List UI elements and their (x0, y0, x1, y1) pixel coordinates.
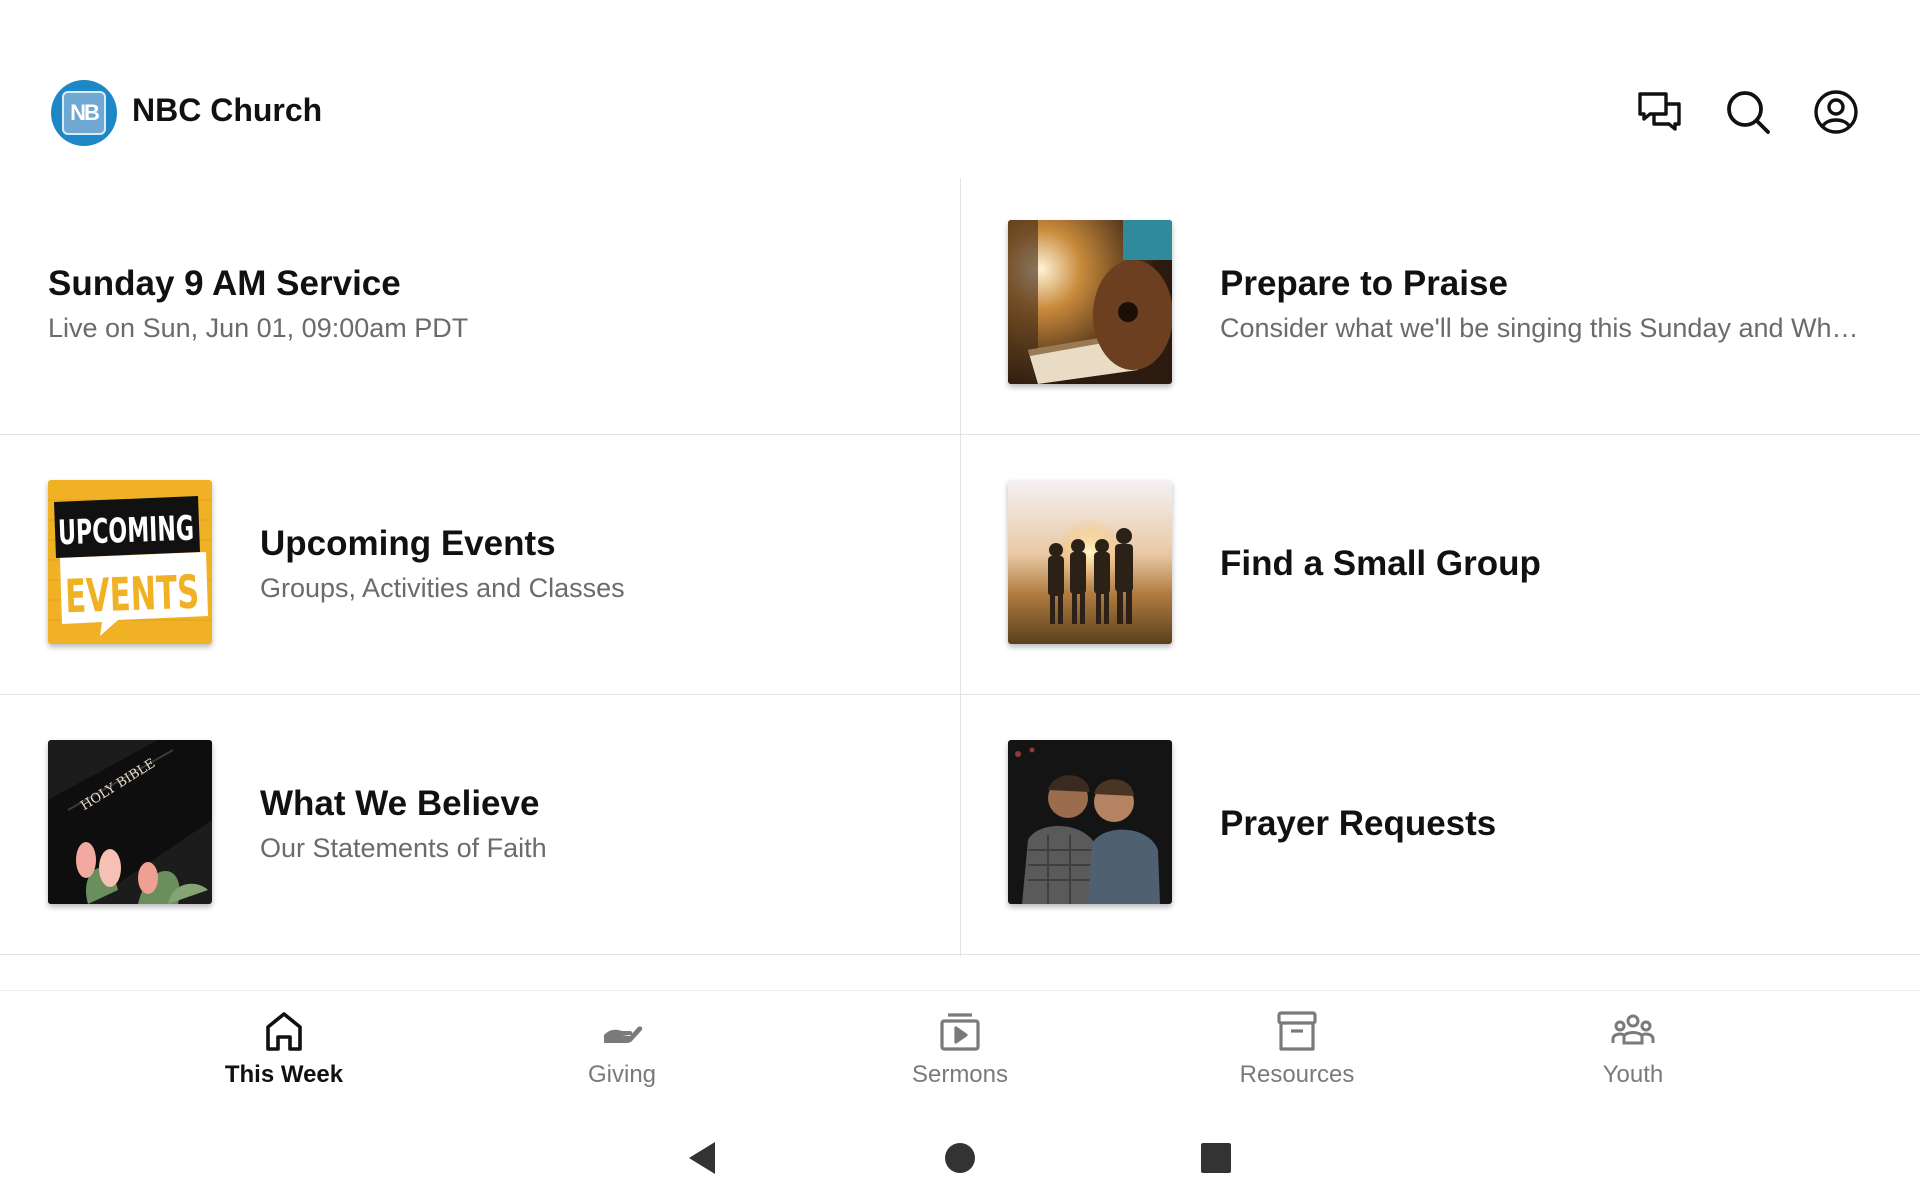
tab-giving[interactable]: Giving (502, 1009, 742, 1099)
card-subtitle: Live on Sun, Jun 01, 09:00am PDT (48, 313, 469, 344)
card-text: Prayer Requests (1220, 694, 1880, 954)
tab-this-week[interactable]: This Week (164, 1009, 404, 1099)
card-title: Find a Small Group (1220, 544, 1541, 584)
tab-label: Giving (587, 1061, 657, 1088)
tab-resources[interactable]: Resources (1177, 1009, 1417, 1099)
video-play-icon (940, 1013, 980, 1051)
card-text: Find a Small Group (1220, 434, 1880, 694)
card-title: Sunday 9 AM Service (48, 263, 401, 303)
tab-youth[interactable]: Youth (1513, 1009, 1753, 1099)
card-title: Prayer Requests (1220, 804, 1497, 844)
card-text: Upcoming Events Groups, Activities and C… (260, 434, 920, 694)
archive-box-icon (1277, 1011, 1317, 1051)
praying-men-photo (1008, 740, 1172, 904)
card-text: Prepare to Praise Consider what we'll be… (1220, 174, 1880, 434)
logo-mark: NB (62, 91, 106, 135)
card-title: Prepare to Praise (1220, 263, 1508, 303)
card-upcoming-events[interactable]: UPCOMING EVENTS Upcoming Events Groups, … (0, 434, 960, 694)
card-find-small-group[interactable]: Find a Small Group (960, 434, 1920, 694)
tab-label: Youth (1602, 1061, 1664, 1088)
card-what-we-believe[interactable]: HOLY BIBLE What We Believe Our Statement… (0, 694, 960, 954)
home-icon (266, 1012, 302, 1051)
app-header: NB NBC Church (0, 0, 1920, 178)
system-nav-bar (0, 1120, 1920, 1200)
search-icon[interactable] (1724, 88, 1772, 136)
content-grid: Sunday 9 AM Service Live on Sun, Jun 01,… (0, 178, 1920, 956)
holy-bible-tulips-photo: HOLY BIBLE (48, 740, 212, 904)
tab-label: Sermons (911, 1061, 1009, 1088)
card-subtitle: Groups, Activities and Classes (260, 573, 625, 604)
card-text: Sunday 9 AM Service Live on Sun, Jun 01,… (48, 174, 920, 434)
account-icon[interactable] (1812, 88, 1860, 136)
tab-label: Resources (1239, 1061, 1355, 1088)
tab-label: This Week (224, 1061, 344, 1088)
card-prepare-to-praise[interactable]: Prepare to Praise Consider what we'll be… (960, 174, 1920, 434)
card-subtitle: Our Statements of Faith (260, 833, 547, 864)
card-title: Upcoming Events (260, 523, 556, 563)
back-icon[interactable] (683, 1138, 723, 1178)
home-circle-icon[interactable] (940, 1138, 980, 1178)
giving-hand-icon (604, 1026, 643, 1043)
people-group-icon (1611, 1014, 1655, 1045)
tab-sermons[interactable]: Sermons (840, 1009, 1080, 1099)
upcoming-events-graphic: UPCOMING EVENTS (48, 480, 212, 644)
recents-square-icon[interactable] (1196, 1138, 1236, 1178)
app-title: NBC Church (132, 92, 323, 128)
card-prayer-requests[interactable]: Prayer Requests (960, 694, 1920, 954)
chat-icon[interactable] (1636, 88, 1684, 136)
events-graphic-line1: UPCOMING (57, 509, 194, 554)
card-title: What We Believe (260, 783, 540, 823)
events-graphic-line2: EVENTS (64, 565, 200, 624)
group-sunset-photo (1008, 480, 1172, 644)
church-logo[interactable]: NB (51, 80, 117, 146)
row-divider (0, 954, 1920, 955)
card-text: What We Believe Our Statements of Faith (260, 694, 920, 954)
guitar-bible-photo (1008, 220, 1172, 384)
card-sunday-service[interactable]: Sunday 9 AM Service Live on Sun, Jun 01,… (0, 174, 960, 434)
bottom-nav: This Week Giving Sermons Resources Youth (0, 990, 1920, 1105)
card-subtitle: Consider what we'll be singing this Sund… (1220, 313, 1859, 344)
